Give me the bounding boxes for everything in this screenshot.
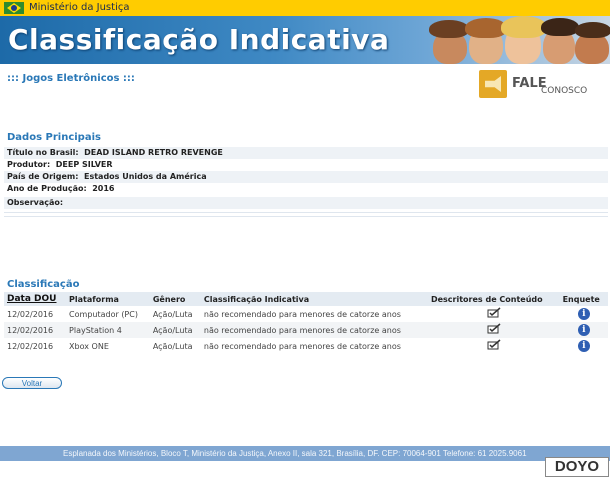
contact-sublabel: CONOSCO — [541, 86, 588, 96]
megaphone-icon — [479, 70, 507, 98]
info-icon[interactable]: i — [577, 308, 590, 320]
cell-descriptors — [428, 338, 560, 354]
cell-date: 12/02/2016 — [7, 341, 54, 351]
cell-date: 12/02/2016 — [7, 309, 54, 319]
cell-descriptors — [428, 306, 560, 322]
top-bar: Ministério da Justiça — [0, 0, 610, 16]
field-value: DEAD ISLAND RETRO REVENGE — [84, 148, 223, 157]
cell-genre: Ação/Luta — [152, 341, 193, 351]
cell-platform: PlayStation 4 — [66, 322, 150, 338]
cell-date: 12/02/2016 — [4, 322, 67, 338]
table-row: 12/02/2016 Computador (PC) Ação/Luta não… — [4, 306, 608, 322]
cell-poll: i — [560, 338, 608, 354]
field-label: Produtor: — [7, 160, 51, 169]
checklist-icon[interactable] — [487, 307, 501, 319]
cell-genre: Ação/Luta — [149, 322, 201, 338]
footer-address: Esplanada dos Ministérios, Bloco T, Mini… — [63, 449, 527, 458]
field-label: País de Origem: — [7, 172, 79, 181]
banner: Classificação Indicativa — [0, 16, 610, 64]
checklist-icon[interactable] — [487, 323, 501, 335]
col-poll: Enquete — [559, 292, 608, 306]
field-value: Estados Unidos da América — [84, 172, 207, 181]
watermark-logo: DOYO — [545, 457, 609, 477]
info-row: Ano de Produção: 2016 — [4, 183, 608, 195]
col-rating: Classificação Indicativa — [200, 292, 428, 306]
col-date-dou[interactable]: Data DOU — [4, 292, 67, 306]
col-descriptors: Descritores de Conteúdo — [427, 292, 560, 306]
info-icon[interactable]: i — [577, 324, 590, 336]
brazil-flag-icon — [4, 2, 24, 14]
table-row: 12/02/2016 Xbox ONE Ação/Luta não recome… — [4, 338, 608, 354]
cell-platform: Xbox ONE — [69, 341, 109, 351]
cell-poll: i — [559, 322, 608, 338]
contact-link[interactable]: FALE CONOSCO — [479, 70, 601, 100]
banner-title: Classificação Indicativa — [8, 23, 390, 56]
table-header-row: Data DOU Plataforma Gênero Classificação… — [4, 292, 608, 306]
footer: Esplanada dos Ministérios, Bloco T, Mini… — [0, 446, 610, 461]
checklist-icon[interactable] — [487, 339, 501, 351]
info-row: País de Origem: Estados Unidos da Améric… — [4, 171, 608, 183]
divider — [4, 212, 608, 213]
field-label: Título no Brasil: — [7, 148, 79, 157]
cell-platform: Computador (PC) — [69, 309, 138, 319]
cell-poll: i — [560, 306, 608, 322]
info-row: Produtor: DEEP SILVER — [4, 159, 608, 171]
classification-heading: Classificação — [7, 279, 80, 290]
cell-genre: Ação/Luta — [152, 309, 193, 319]
field-value: 2016 — [92, 184, 115, 193]
banner-photo — [425, 16, 610, 64]
dados-heading: Dados Principais — [7, 132, 101, 143]
ministry-name[interactable]: Ministério da Justiça — [29, 2, 129, 13]
divider — [4, 216, 608, 217]
field-label: Ano de Produção: — [7, 184, 87, 193]
section-title[interactable]: ::: Jogos Eletrônicos ::: — [7, 73, 135, 84]
classification-table: Data DOU Plataforma Gênero Classificação… — [4, 292, 608, 354]
cell-rating: não recomendado para menores de catorze … — [200, 322, 428, 338]
info-row: Observação: — [4, 197, 608, 209]
col-genre: Gênero — [149, 292, 201, 306]
cell-rating: não recomendado para menores de catorze … — [203, 309, 401, 319]
table-row: 12/02/2016 PlayStation 4 Ação/Luta não r… — [4, 322, 608, 338]
info-row: Título no Brasil: DEAD ISLAND RETRO REVE… — [4, 147, 608, 159]
field-label: Observação: — [7, 198, 64, 207]
field-value: DEEP SILVER — [55, 160, 113, 169]
back-button[interactable]: Voltar — [2, 377, 62, 389]
info-icon[interactable]: i — [577, 340, 590, 352]
cell-descriptors — [427, 322, 560, 338]
col-platform: Plataforma — [66, 292, 150, 306]
cell-rating: não recomendado para menores de catorze … — [203, 341, 401, 351]
